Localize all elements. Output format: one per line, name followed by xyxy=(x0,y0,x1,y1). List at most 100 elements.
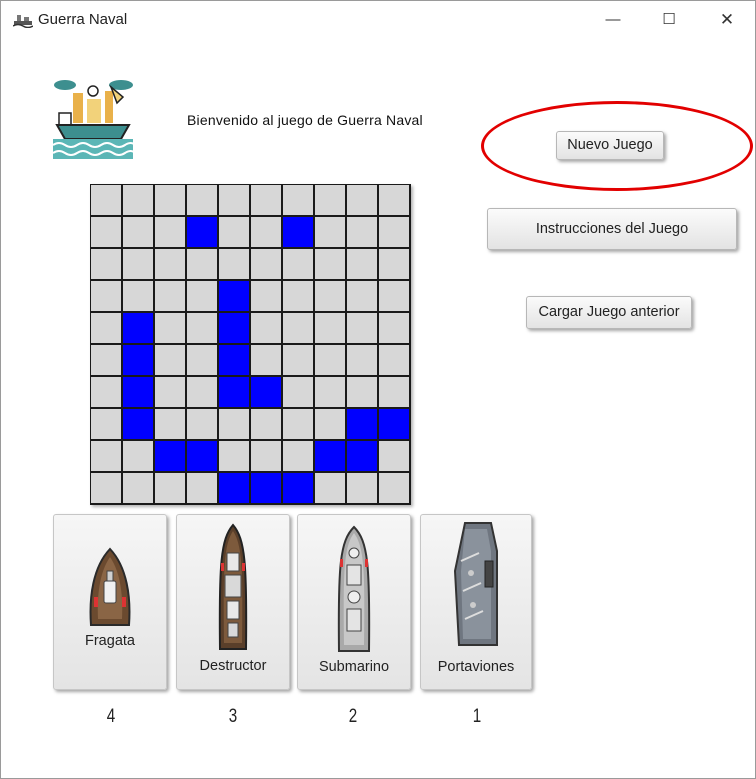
board-cell-ship[interactable] xyxy=(123,313,153,343)
board-cell[interactable] xyxy=(155,473,185,503)
board-cell[interactable] xyxy=(283,345,313,375)
board-cell-ship[interactable] xyxy=(187,217,217,247)
board-cell-ship[interactable] xyxy=(219,313,249,343)
board-cell[interactable] xyxy=(155,217,185,247)
ship-card-portaviones[interactable]: Portaviones xyxy=(420,514,532,690)
board-cell[interactable] xyxy=(283,281,313,311)
board-cell[interactable] xyxy=(251,345,281,375)
board-cell[interactable] xyxy=(187,345,217,375)
board-cell[interactable] xyxy=(91,473,121,503)
board-cell-ship[interactable] xyxy=(251,473,281,503)
board-cell[interactable] xyxy=(91,185,121,215)
board-cell[interactable] xyxy=(283,377,313,407)
board-cell[interactable] xyxy=(91,281,121,311)
board-cell[interactable] xyxy=(91,313,121,343)
board-cell[interactable] xyxy=(219,409,249,439)
board-cell-ship[interactable] xyxy=(315,441,345,471)
board-cell-ship[interactable] xyxy=(379,409,409,439)
board-cell[interactable] xyxy=(347,473,377,503)
maximize-button[interactable]: ☐ xyxy=(655,7,683,33)
instructions-button[interactable]: Instrucciones del Juego xyxy=(487,208,737,250)
board-cell[interactable] xyxy=(123,441,153,471)
board-cell[interactable] xyxy=(283,185,313,215)
board-cell[interactable] xyxy=(187,313,217,343)
board-cell-ship[interactable] xyxy=(219,281,249,311)
board-cell[interactable] xyxy=(251,185,281,215)
board-cell[interactable] xyxy=(283,313,313,343)
board-cell[interactable] xyxy=(91,377,121,407)
board-cell-ship[interactable] xyxy=(283,217,313,247)
board-cell-ship[interactable] xyxy=(187,441,217,471)
board-cell[interactable] xyxy=(379,249,409,279)
board-cell[interactable] xyxy=(283,249,313,279)
board-cell[interactable] xyxy=(187,249,217,279)
board-cell[interactable] xyxy=(315,473,345,503)
board-cell[interactable] xyxy=(155,281,185,311)
board-cell[interactable] xyxy=(155,409,185,439)
new-game-button[interactable]: Nuevo Juego xyxy=(556,131,664,160)
board-cell[interactable] xyxy=(315,185,345,215)
board-cell[interactable] xyxy=(379,313,409,343)
board-cell[interactable] xyxy=(379,473,409,503)
board-cell[interactable] xyxy=(123,249,153,279)
board-cell[interactable] xyxy=(219,441,249,471)
board-cell-ship[interactable] xyxy=(251,377,281,407)
board-cell[interactable] xyxy=(347,249,377,279)
board-cell[interactable] xyxy=(155,249,185,279)
board-cell[interactable] xyxy=(379,281,409,311)
board-cell[interactable] xyxy=(251,409,281,439)
board-cell[interactable] xyxy=(379,377,409,407)
board-cell[interactable] xyxy=(315,217,345,247)
board-cell[interactable] xyxy=(251,313,281,343)
board-cell[interactable] xyxy=(91,249,121,279)
board-cell[interactable] xyxy=(123,217,153,247)
minimize-button[interactable]: — xyxy=(599,7,627,33)
board-cell[interactable] xyxy=(379,185,409,215)
board-cell[interactable] xyxy=(251,281,281,311)
board-cell[interactable] xyxy=(155,313,185,343)
ship-card-submarino[interactable]: Submarino xyxy=(297,514,411,690)
board-cell[interactable] xyxy=(283,409,313,439)
board-cell-ship[interactable] xyxy=(155,441,185,471)
board-cell-ship[interactable] xyxy=(123,377,153,407)
board-cell-ship[interactable] xyxy=(347,441,377,471)
board-cell[interactable] xyxy=(347,377,377,407)
board-cell[interactable] xyxy=(155,345,185,375)
board-cell[interactable] xyxy=(251,441,281,471)
board-cell[interactable] xyxy=(187,409,217,439)
board-cell[interactable] xyxy=(251,249,281,279)
board-cell[interactable] xyxy=(283,441,313,471)
board-cell-ship[interactable] xyxy=(219,345,249,375)
board-cell[interactable] xyxy=(315,281,345,311)
board-cell[interactable] xyxy=(219,185,249,215)
board-cell[interactable] xyxy=(91,409,121,439)
board-cell[interactable] xyxy=(187,281,217,311)
board-cell-ship[interactable] xyxy=(347,409,377,439)
board-cell[interactable] xyxy=(219,249,249,279)
board-cell[interactable] xyxy=(187,377,217,407)
board-cell[interactable] xyxy=(379,441,409,471)
board-cell[interactable] xyxy=(347,313,377,343)
board-cell[interactable] xyxy=(315,409,345,439)
ship-card-destructor[interactable]: Destructor xyxy=(176,514,290,690)
close-button[interactable]: ✕ xyxy=(713,7,741,33)
load-game-button[interactable]: Cargar Juego anterior xyxy=(526,296,692,329)
board-cell[interactable] xyxy=(187,473,217,503)
board-cell-ship[interactable] xyxy=(219,473,249,503)
board-cell[interactable] xyxy=(347,217,377,247)
board-cell-ship[interactable] xyxy=(123,345,153,375)
ship-card-fragata[interactable]: Fragata xyxy=(53,514,167,690)
board-cell[interactable] xyxy=(123,473,153,503)
board-cell[interactable] xyxy=(379,345,409,375)
board-cell[interactable] xyxy=(315,345,345,375)
board-cell[interactable] xyxy=(155,377,185,407)
board-cell[interactable] xyxy=(155,185,185,215)
board-cell[interactable] xyxy=(187,185,217,215)
board-cell-ship[interactable] xyxy=(219,377,249,407)
board-cell[interactable] xyxy=(379,217,409,247)
board-cell[interactable] xyxy=(219,217,249,247)
board-cell[interactable] xyxy=(315,313,345,343)
board-cell[interactable] xyxy=(251,217,281,247)
board-cell[interactable] xyxy=(347,281,377,311)
board-cell[interactable] xyxy=(315,377,345,407)
